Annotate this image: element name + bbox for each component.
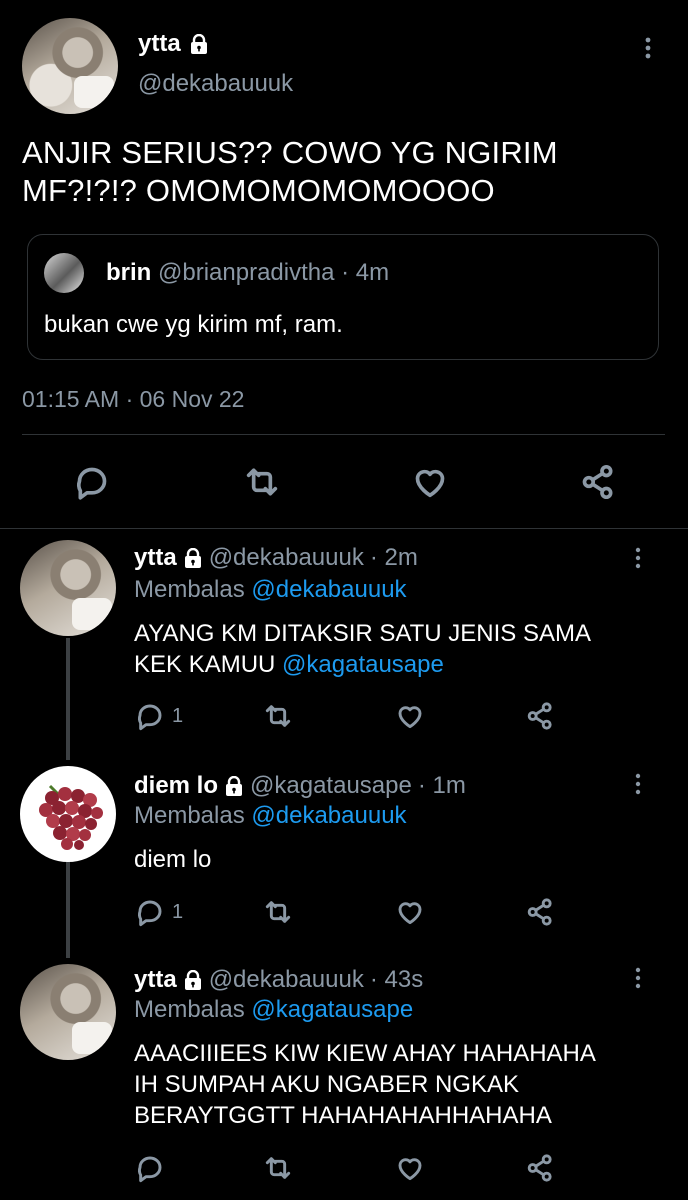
reply-text-line: BERAYTGGTT HAHAHAHAHHAHAHA xyxy=(134,1102,552,1129)
reply-icon[interactable] xyxy=(72,462,112,502)
tweet-text-line: MF?!?!? OMOMOMOMOMOOOO xyxy=(22,173,495,208)
replying-to-label: Membalas xyxy=(134,802,245,829)
author-name-row: ytta xyxy=(138,30,209,58)
reply-header: diem lo @kagatausape · 1m xyxy=(134,772,466,800)
reply-author-handle[interactable]: @kagatausape xyxy=(250,772,412,800)
reply-icon[interactable] xyxy=(134,1152,166,1184)
reply-icon[interactable] xyxy=(134,700,166,732)
reply-text-line: KEK KAMUU @kagatausape xyxy=(134,649,634,680)
reply-time: · 2m xyxy=(369,544,418,571)
share-icon[interactable] xyxy=(524,1152,556,1184)
tweet-text: ANJIR SERIUS?? COWO YG NGIRIM MF?!?!? OM… xyxy=(22,134,662,210)
reply-actions: 1 xyxy=(0,700,688,732)
share-icon[interactable] xyxy=(578,462,618,502)
like-icon[interactable] xyxy=(410,462,450,502)
replying-to-mention[interactable]: @dekabauuuk xyxy=(251,802,406,829)
reply-count: 1 xyxy=(172,900,184,923)
reply-actions: 1 xyxy=(0,896,688,928)
reply-time: · 1m xyxy=(417,772,466,799)
author-avatar[interactable] xyxy=(22,18,118,114)
lock-icon xyxy=(190,34,207,54)
retweet-icon[interactable] xyxy=(262,700,294,732)
reply-tweet: diem lo @kagatausape · 1m Membalas @deka… xyxy=(0,756,688,956)
reply-text-line: AYANG KM DITAKSIR SATU JENIS SAMA xyxy=(134,620,591,647)
divider xyxy=(22,434,665,435)
reply-text: diem lo xyxy=(134,846,212,873)
reply-tweet: ytta @dekabauuuk · 43s Membalas @kagatau… xyxy=(0,958,688,1200)
more-options-icon[interactable] xyxy=(628,772,648,796)
quoted-author-handle: @brianpradivtha xyxy=(158,259,335,286)
reply-text: AAACIIIEES KIW KIEW AHAY HAHAHAHA IH SUM… xyxy=(134,1038,634,1131)
reply-author-handle[interactable]: @dekabauuuk xyxy=(209,966,364,994)
replying-to-label: Membalas xyxy=(134,996,245,1023)
quoted-time: · 4m xyxy=(341,259,390,286)
quoted-tweet-header: brin @brianpradivtha · 4m xyxy=(106,259,389,287)
replying-to: Membalas @dekabauuuk xyxy=(134,576,407,604)
reply-author-name[interactable]: ytta xyxy=(134,544,177,572)
author-name[interactable]: ytta xyxy=(138,30,181,58)
reply-count: 1 xyxy=(172,704,184,727)
grapes-avatar-image xyxy=(39,784,103,850)
more-options-icon[interactable] xyxy=(628,546,648,570)
reply-author-name[interactable]: ytta xyxy=(134,966,177,994)
like-icon[interactable] xyxy=(394,700,426,732)
main-tweet: ytta @dekabauuuk ANJIR SERIUS?? COWO YG … xyxy=(0,0,688,528)
reply-author-handle[interactable]: @dekabauuuk xyxy=(209,544,364,572)
tweet-text-line: ANJIR SERIUS?? COWO YG NGIRIM xyxy=(22,135,558,170)
lock-icon xyxy=(184,970,201,990)
quoted-tweet-text: bukan cwe yg kirim mf, ram. xyxy=(44,311,343,338)
reply-header: ytta @dekabauuuk · 2m xyxy=(134,544,418,572)
more-options-icon[interactable] xyxy=(636,36,660,60)
reply-text-line: IH SUMPAH AKU NGABER NGKAK xyxy=(134,1071,519,1098)
quoted-author-name: brin xyxy=(106,259,152,286)
reply-text-line: AAACIIIEES KIW KIEW AHAY HAHAHAHA xyxy=(134,1040,596,1067)
replying-to-label: Membalas xyxy=(134,576,245,603)
quoted-tweet[interactable]: brin @brianpradivtha · 4m bukan cwe yg k… xyxy=(27,234,659,360)
like-icon[interactable] xyxy=(394,896,426,928)
reply-text-part: KEK KAMUU xyxy=(134,651,283,678)
reply-text: AYANG KM DITAKSIR SATU JENIS SAMA KEK KA… xyxy=(134,618,634,680)
retweet-icon[interactable] xyxy=(262,896,294,928)
retweet-icon[interactable] xyxy=(262,1152,294,1184)
replying-to: Membalas @dekabauuuk xyxy=(134,802,407,830)
lock-icon xyxy=(184,548,201,568)
replying-to: Membalas @kagatausape xyxy=(134,996,413,1024)
reply-author-name[interactable]: diem lo xyxy=(134,772,218,800)
like-icon[interactable] xyxy=(394,1152,426,1184)
replying-to-mention[interactable]: @kagatausape xyxy=(251,996,413,1023)
author-handle[interactable]: @dekabauuuk xyxy=(138,70,293,98)
reply-tweet: ytta @dekabauuuk · 2m Membalas @dekabauu… xyxy=(0,528,688,740)
share-icon[interactable] xyxy=(524,896,556,928)
tweet-timestamp[interactable]: 01:15 AM · 06 Nov 22 xyxy=(22,386,244,413)
reply-action[interactable]: 1 xyxy=(134,896,183,928)
reply-header: ytta @dekabauuuk · 43s xyxy=(134,966,423,994)
retweet-icon[interactable] xyxy=(242,462,282,502)
reply-actions xyxy=(0,1152,688,1184)
reply-author-avatar[interactable] xyxy=(20,964,116,1060)
quoted-author-avatar xyxy=(44,253,84,293)
reply-icon[interactable] xyxy=(134,896,166,928)
mention-link[interactable]: @kagatausape xyxy=(282,651,444,678)
share-icon[interactable] xyxy=(524,700,556,732)
reply-time: · 43s xyxy=(369,966,424,993)
lock-icon xyxy=(226,776,243,796)
reply-author-avatar[interactable] xyxy=(20,766,116,862)
reply-action[interactable]: 1 xyxy=(134,700,183,732)
tweet-actions xyxy=(0,462,688,502)
replying-to-mention[interactable]: @dekabauuuk xyxy=(251,576,406,603)
reply-author-avatar[interactable] xyxy=(20,540,116,636)
more-options-icon[interactable] xyxy=(628,966,648,990)
